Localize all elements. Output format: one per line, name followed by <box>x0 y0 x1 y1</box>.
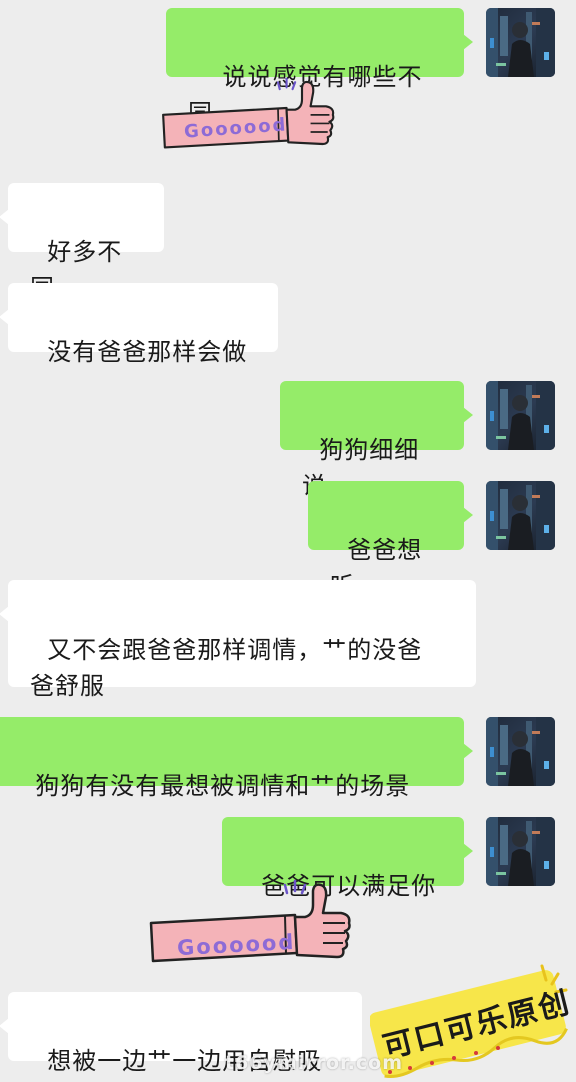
thumbs-up-sticker[interactable]: Goooood <box>145 877 355 967</box>
watermark: t66ymirror.com <box>225 1052 404 1074</box>
message-text: 狗狗有没有最想被调情和艹的场景 <box>35 772 411 800</box>
avatar[interactable] <box>486 817 555 886</box>
thumbs-up-icon <box>158 72 338 156</box>
avatar[interactable] <box>486 381 555 450</box>
message-bubble[interactable]: 狗狗细细说 <box>280 381 473 500</box>
message-bubble[interactable]: 爸爸可以满足你 <box>222 817 473 900</box>
message-text: 又不会跟爸爸那样调情，艹的没爸 爸舒服 <box>30 636 423 700</box>
message-text: 没有爸爸那样会做 <box>47 338 248 366</box>
thumbs-up-sticker[interactable]: Goooood <box>158 72 338 156</box>
message-bubble[interactable]: 想被一边艹一边用自慰吸 <box>0 992 362 1075</box>
message-bubble[interactable]: 没有爸爸那样会做 <box>0 283 278 366</box>
message-bubble[interactable]: 爸爸想听 <box>308 481 473 600</box>
message-bubble[interactable]: 又不会跟爸爸那样调情，艹的没爸 爸舒服 <box>0 580 476 700</box>
message-bubble[interactable]: 说说感觉有哪些不同 <box>166 8 473 127</box>
avatar[interactable] <box>486 717 555 786</box>
avatar[interactable] <box>486 481 555 550</box>
message-bubble[interactable]: 好多不同 <box>0 183 164 302</box>
message-bubble[interactable]: 狗狗有没有最想被调情和艹的场景 <box>0 717 473 800</box>
avatar[interactable] <box>486 8 555 77</box>
